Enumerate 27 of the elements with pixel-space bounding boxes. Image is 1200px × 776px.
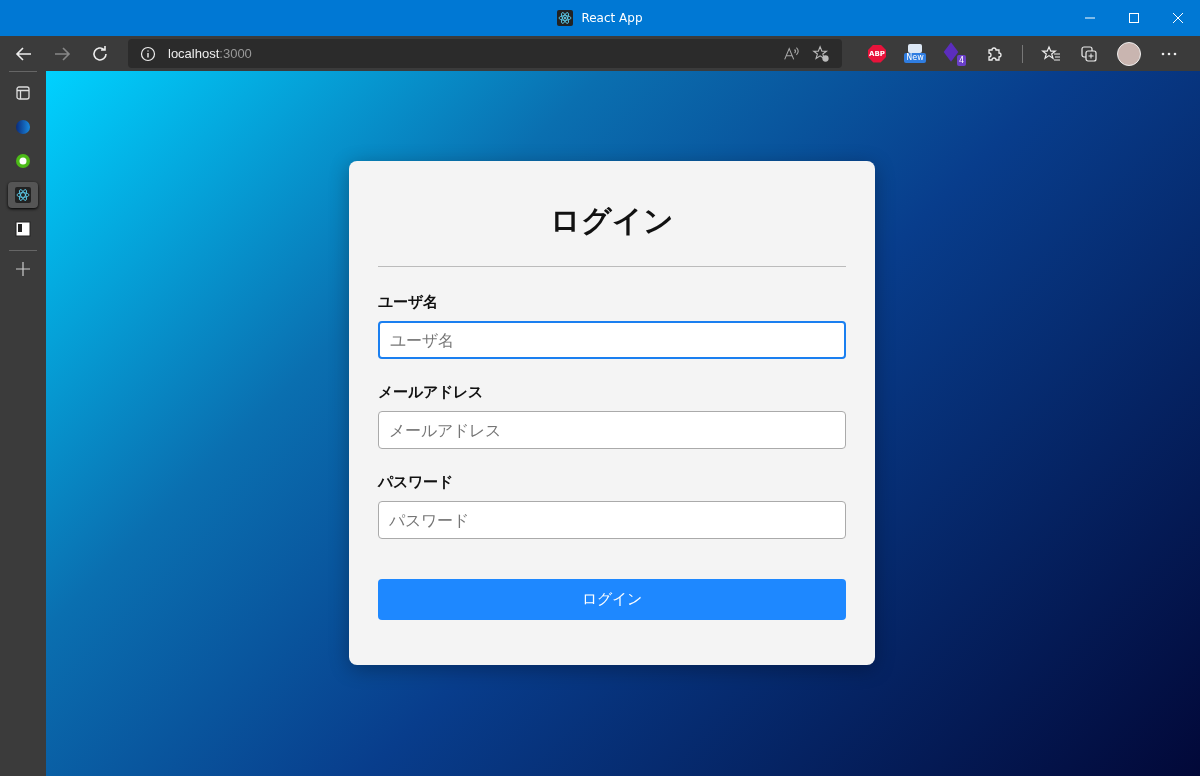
board-icon [15, 221, 31, 237]
maximize-icon[interactable] [1128, 12, 1140, 24]
react-logo-icon [557, 10, 574, 26]
profile-avatar[interactable] [1117, 41, 1141, 66]
close-icon[interactable] [1172, 12, 1184, 24]
panel-icon [15, 85, 31, 101]
react-logo-icon [15, 187, 31, 203]
favorites-icon[interactable] [1041, 43, 1061, 64]
field-label: ユーザ名 [378, 293, 439, 312]
collections-icon[interactable] [1079, 43, 1099, 64]
ring-icon [15, 153, 31, 169]
sidebar-tab[interactable] [8, 182, 38, 208]
window-title: React App [581, 11, 643, 25]
input-field[interactable]: ユーザ名 [378, 321, 846, 359]
refresh-icon[interactable] [90, 43, 110, 64]
address-bar[interactable]: localhost:3000 [128, 39, 842, 68]
input-field[interactable]: メールアドレス [378, 411, 846, 449]
favorite-add-icon[interactable] [812, 44, 830, 63]
login-button[interactable]: ログイン [378, 579, 846, 620]
field-label: メールアドレス [378, 383, 484, 402]
field-label: パスワード [378, 473, 454, 492]
login-title: ログイン [549, 202, 675, 240]
input-field[interactable]: パスワード [378, 501, 846, 539]
sphere-icon [15, 119, 31, 135]
info-icon [140, 45, 156, 62]
address-text: localhost:3000 [168, 46, 252, 61]
add-icon[interactable] [15, 261, 31, 277]
